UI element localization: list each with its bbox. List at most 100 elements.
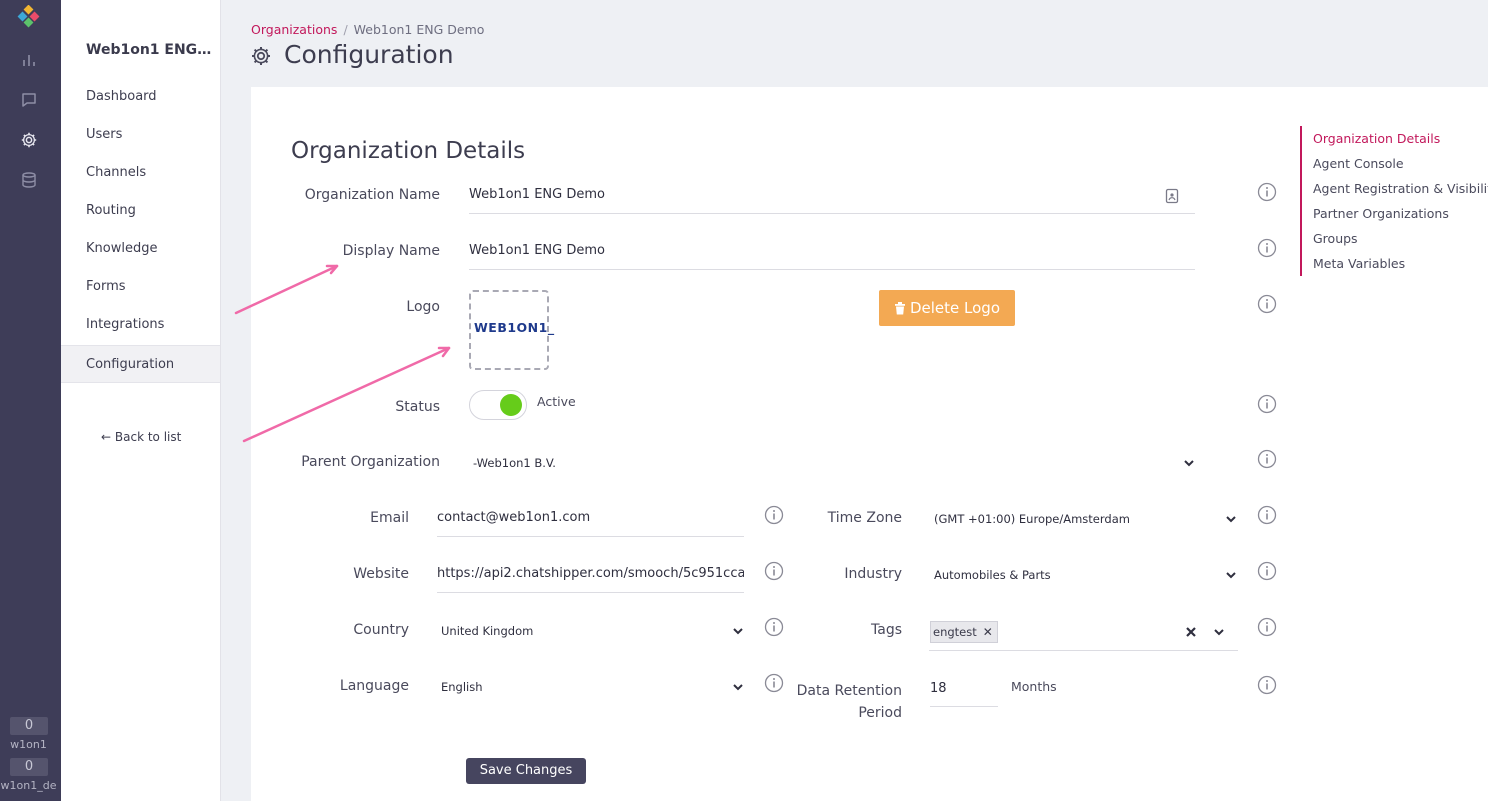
- chart-icon[interactable]: [20, 51, 38, 69]
- website-label: Website: [353, 566, 409, 582]
- info-icon[interactable]: [1257, 394, 1277, 414]
- info-icon[interactable]: [1257, 182, 1277, 202]
- parent-org-select[interactable]: -Web1on1 B.V.: [473, 451, 1173, 475]
- info-icon[interactable]: [1257, 294, 1277, 314]
- industry-select[interactable]: Automobiles & Parts: [934, 563, 1214, 587]
- section-sidebar: Web1on1 ENG ... Dashboard Users Channels…: [61, 0, 221, 801]
- section-anchor-nav: Organization Details Agent Console Agent…: [1300, 126, 1488, 276]
- tag-chip[interactable]: engtest ✕: [930, 621, 998, 643]
- retention-unit: Months: [1011, 679, 1057, 694]
- sidebar-item-integrations[interactable]: Integrations: [61, 306, 220, 344]
- info-icon[interactable]: [1257, 449, 1277, 469]
- delete-logo-label: Delete Logo: [909, 299, 1001, 317]
- logo-upload-dropzone[interactable]: WEB1ON1_: [469, 290, 554, 370]
- anchor-meta-variables[interactable]: Meta Variables: [1313, 251, 1488, 276]
- breadcrumb-organizations-link[interactable]: Organizations: [251, 22, 337, 37]
- logo-label: Logo: [406, 299, 440, 315]
- gear-icon[interactable]: [20, 131, 38, 149]
- retention-label-line2: Period: [858, 705, 902, 721]
- sidebar-item-configuration[interactable]: Configuration: [61, 345, 220, 383]
- org-counter-badge[interactable]: 0: [10, 717, 48, 735]
- status-toggle[interactable]: [469, 390, 527, 420]
- info-icon[interactable]: [1257, 505, 1277, 525]
- back-to-list-link[interactable]: ← Back to list: [101, 430, 181, 444]
- sidebar-item-knowledge[interactable]: Knowledge: [61, 230, 220, 268]
- clear-tags-icon[interactable]: [1185, 626, 1197, 638]
- back-to-list-label: Back to list: [114, 430, 182, 444]
- tag-remove-icon[interactable]: ✕: [983, 625, 993, 639]
- info-icon[interactable]: [1257, 238, 1277, 258]
- org-counter-label: w1on1: [10, 738, 47, 751]
- country-value: United Kingdom: [441, 624, 534, 638]
- info-icon[interactable]: [1257, 561, 1277, 581]
- org-name-input[interactable]: Web1on1 ENG Demo: [469, 184, 1195, 214]
- display-name-value: Web1on1 ENG Demo: [469, 243, 605, 258]
- app-rail: 0 w1on1 0 w1on1_de: [0, 0, 61, 801]
- info-icon[interactable]: [1257, 617, 1277, 637]
- parent-org-label: Parent Organization: [301, 454, 440, 470]
- app-logo-icon[interactable]: [17, 5, 41, 29]
- info-icon[interactable]: [764, 561, 784, 581]
- save-changes-button[interactable]: Save Changes: [466, 758, 586, 784]
- sidebar-item-users[interactable]: Users: [61, 116, 220, 154]
- breadcrumb-separator: /: [343, 22, 348, 37]
- chevron-down-icon[interactable]: [732, 681, 744, 693]
- language-select[interactable]: English: [441, 675, 721, 699]
- breadcrumb-current: Web1on1 ENG Demo: [353, 22, 485, 37]
- retention-label-line1: Data Retention: [796, 683, 902, 699]
- sidebar-org-title: Web1on1 ENG ...: [86, 42, 216, 58]
- status-label: Status: [395, 399, 440, 415]
- chevron-down-icon[interactable]: [1183, 457, 1195, 469]
- anchor-groups[interactable]: Groups: [1313, 226, 1488, 251]
- language-label: Language: [339, 678, 409, 694]
- tag-chip-label: engtest: [933, 625, 977, 639]
- parent-org-value: -Web1on1 B.V.: [473, 456, 556, 470]
- page-title: Configuration: [284, 40, 454, 69]
- contact-card-icon[interactable]: [1165, 188, 1179, 204]
- chevron-down-icon[interactable]: [732, 625, 744, 637]
- org-name-value: Web1on1 ENG Demo: [469, 187, 605, 202]
- display-name-input[interactable]: Web1on1 ENG Demo: [469, 240, 1195, 270]
- timezone-label: Time Zone: [827, 510, 902, 526]
- sidebar-item-forms[interactable]: Forms: [61, 268, 220, 306]
- anchor-agent-console[interactable]: Agent Console: [1313, 151, 1488, 176]
- chevron-down-icon[interactable]: [1225, 513, 1237, 525]
- retention-label: Data Retention Period: [780, 680, 902, 724]
- database-icon[interactable]: [20, 171, 38, 189]
- org-counter-label: w1on1_de: [0, 779, 57, 792]
- timezone-value: (GMT +01:00) Europe/Amsterdam: [934, 512, 1130, 526]
- country-select[interactable]: United Kingdom: [441, 619, 721, 643]
- toggle-knob: [500, 394, 522, 416]
- sidebar-item-channels[interactable]: Channels: [61, 154, 220, 192]
- country-label: Country: [353, 622, 409, 638]
- retention-value: 18: [930, 681, 947, 696]
- email-input[interactable]: contact@web1on1.com: [437, 507, 744, 537]
- chat-icon[interactable]: [20, 91, 38, 109]
- chevron-down-icon[interactable]: [1213, 626, 1225, 638]
- timezone-select[interactable]: (GMT +01:00) Europe/Amsterdam: [934, 507, 1214, 531]
- info-icon[interactable]: [764, 505, 784, 525]
- tags-input-underline: [929, 650, 1238, 651]
- industry-value: Automobiles & Parts: [934, 568, 1051, 582]
- tags-label: Tags: [871, 622, 902, 638]
- gear-icon: [252, 47, 270, 65]
- delete-logo-button[interactable]: Delete Logo: [879, 290, 1015, 326]
- info-icon[interactable]: [764, 617, 784, 637]
- chevron-down-icon[interactable]: [1225, 569, 1237, 581]
- sidebar-item-routing[interactable]: Routing: [61, 192, 220, 230]
- arrow-left-icon: ←: [101, 430, 112, 444]
- logo-image: WEB1ON1_: [474, 320, 555, 335]
- info-icon[interactable]: [764, 673, 784, 693]
- retention-input[interactable]: 18: [930, 678, 998, 707]
- org-counter-badge[interactable]: 0: [10, 758, 48, 776]
- breadcrumb: Organizations / Web1on1 ENG Demo: [251, 22, 484, 37]
- email-label: Email: [370, 510, 409, 526]
- anchor-organization-details[interactable]: Organization Details: [1313, 126, 1488, 151]
- sidebar-item-dashboard[interactable]: Dashboard: [61, 78, 220, 116]
- website-value: https://api2.chatshipper.com/smooch/5c95…: [437, 566, 744, 581]
- anchor-partner-organizations[interactable]: Partner Organizations: [1313, 201, 1488, 226]
- info-icon[interactable]: [1257, 675, 1277, 695]
- website-input[interactable]: https://api2.chatshipper.com/smooch/5c95…: [437, 563, 744, 593]
- anchor-agent-registration[interactable]: Agent Registration & Visibility: [1313, 176, 1488, 201]
- status-value: Active: [537, 394, 576, 409]
